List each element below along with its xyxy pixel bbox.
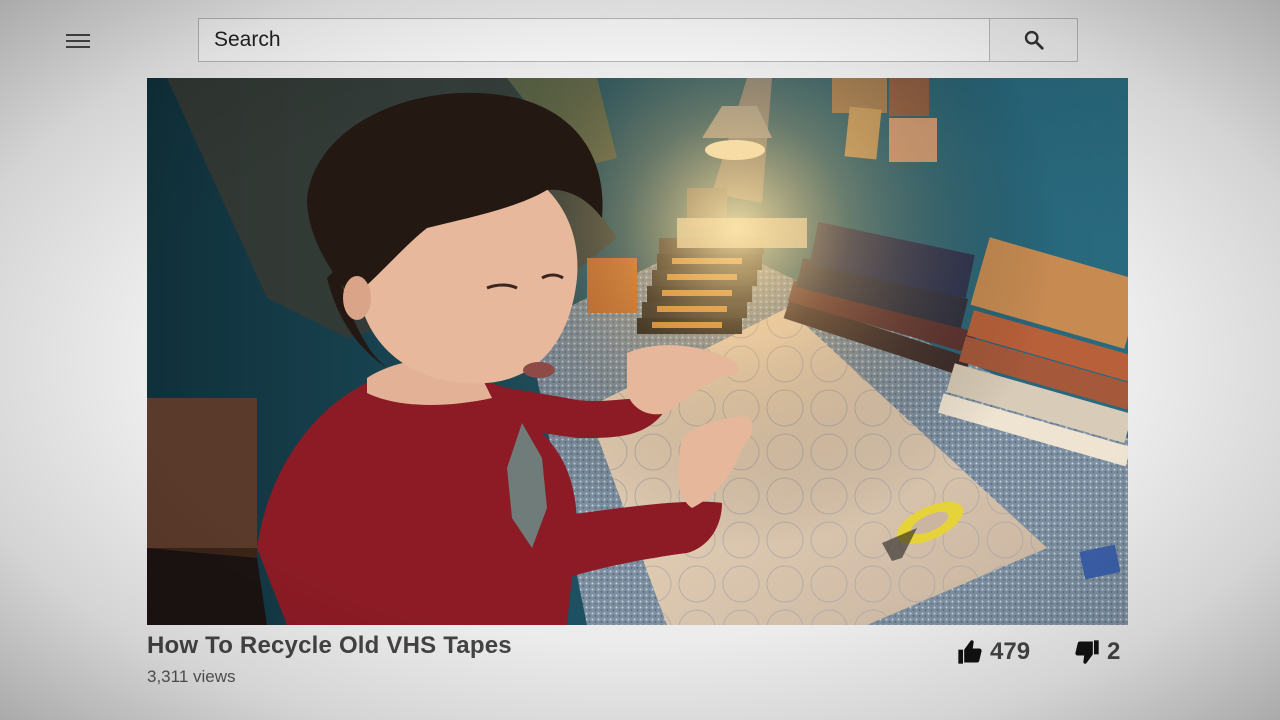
hamburger-menu-icon-bar [66,40,90,42]
video-title: How To Recycle Old VHS Tapes [147,632,512,659]
search-input[interactable] [199,19,989,61]
like-count: 479 [990,638,1031,665]
like-button[interactable]: 479 [956,638,1030,666]
thumbs-down-icon [1075,640,1099,664]
thumbs-up-icon [958,640,982,664]
video-thumbnail [147,78,1128,625]
dislike-count: 2 [1107,638,1121,665]
video-page: How To Recycle Old VHS Tapes 3,311 views… [0,0,1280,720]
menu-button[interactable] [64,30,94,54]
search-icon [1024,30,1044,50]
search-bar [198,18,1078,62]
view-count: 3,311 views [147,667,236,686]
hamburger-menu-icon [66,34,90,36]
hamburger-menu-icon-bar [66,46,90,48]
dislike-button[interactable]: 2 [1073,638,1120,666]
search-button[interactable] [989,19,1077,61]
video-player[interactable] [147,78,1128,625]
